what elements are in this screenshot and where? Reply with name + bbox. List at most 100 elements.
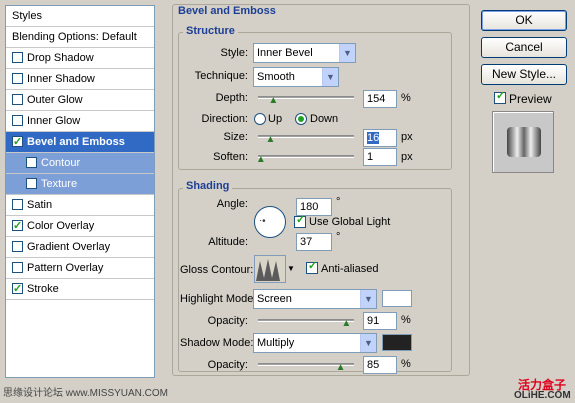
altitude-unit: ° [336, 231, 341, 243]
shadow-color-swatch[interactable] [382, 334, 412, 351]
shadow-opacity-label: Opacity: [207, 359, 248, 371]
style-label: Style: [220, 47, 248, 59]
style-item-label: Color Overlay [27, 220, 95, 232]
highlight-opacity-label: Opacity: [207, 315, 248, 327]
style-item[interactable]: Texture [6, 174, 154, 195]
soften-label: Soften: [213, 151, 248, 163]
style-select[interactable]: Inner Bevel ▼ [253, 43, 356, 63]
angle-label: Angle: [216, 198, 248, 210]
gloss-contour-picker[interactable] [254, 255, 286, 283]
style-item[interactable]: Pattern Overlay [6, 258, 154, 279]
style-item-label: Blending Options: Default [12, 31, 137, 43]
cancel-button[interactable]: Cancel [481, 37, 567, 58]
style-item-label: Inner Glow [27, 115, 81, 127]
style-item-checkbox[interactable] [12, 241, 23, 252]
depth-unit: % [401, 92, 411, 104]
highlight-mode-label: Highlight Mode: [180, 293, 257, 305]
style-item-checkbox[interactable] [12, 94, 23, 105]
shadow-opacity-unit: % [401, 358, 411, 370]
style-item-checkbox[interactable] [12, 279, 23, 299]
chevron-down-icon: ▼ [322, 68, 338, 86]
style-item[interactable]: Outer Glow [6, 90, 154, 111]
shadow-mode-value: Multiply [257, 337, 295, 349]
shadow-opacity-input[interactable]: 85 [363, 356, 397, 374]
style-item-label: Texture [41, 178, 78, 190]
soften-slider-thumb[interactable]: ▲ [256, 155, 266, 165]
style-item-checkbox[interactable] [12, 52, 23, 63]
use-global-light-checkbox[interactable] [294, 213, 306, 228]
style-item[interactable]: Inner Shadow [6, 69, 154, 90]
style-item-checkbox[interactable] [12, 115, 23, 126]
shading-legend: Shading [183, 180, 233, 192]
highlight-opacity-unit: % [401, 314, 411, 326]
soften-input[interactable]: 1 [363, 148, 397, 166]
style-item[interactable]: Drop Shadow [6, 48, 154, 69]
size-slider-thumb[interactable]: ▲ [266, 135, 276, 145]
altitude-label: Altitude: [208, 236, 248, 248]
styles-panel: Styles Blending Options: Default Drop Sha… [5, 5, 155, 378]
style-item-checkbox[interactable] [26, 178, 37, 189]
style-item-checkbox[interactable] [12, 216, 23, 236]
style-item[interactable]: Stroke [6, 279, 154, 300]
direction-label: Direction: [201, 113, 248, 125]
highlight-opacity-input[interactable]: 91 [363, 312, 397, 330]
angle-dial[interactable]: ⋅• [254, 206, 286, 238]
style-item-checkbox[interactable] [26, 157, 37, 168]
style-item[interactable]: Color Overlay [6, 216, 154, 237]
altitude-input[interactable]: 37 [296, 233, 332, 251]
shadow-mode-select[interactable]: Multiply ▼ [253, 333, 377, 353]
highlight-opacity-thumb[interactable]: ▲ [341, 319, 351, 329]
new-style-button[interactable]: New Style... [481, 64, 567, 85]
technique-select-value: Smooth [257, 71, 295, 83]
style-item-label: Gradient Overlay [27, 241, 111, 253]
chevron-down-icon: ▼ [360, 290, 376, 308]
highlight-mode-select[interactable]: Screen ▼ [253, 289, 377, 309]
gloss-contour-arrow-icon[interactable]: ▼ [287, 255, 295, 283]
style-preview-thumbnail [492, 111, 554, 173]
chevron-down-icon: ▼ [360, 334, 376, 352]
style-item[interactable]: Bevel and Emboss [6, 132, 154, 153]
depth-input[interactable]: 154 [363, 90, 397, 108]
depth-slider-thumb[interactable]: ▲ [268, 96, 278, 106]
anti-aliased-checkbox[interactable] [306, 259, 318, 274]
style-item-label: Stroke [27, 283, 59, 295]
gloss-contour-icon [255, 256, 285, 282]
style-item[interactable]: Blending Options: Default [6, 27, 154, 48]
style-item[interactable]: Gradient Overlay [6, 237, 154, 258]
style-item[interactable]: Satin [6, 195, 154, 216]
direction-down-label: Down [310, 113, 339, 125]
size-unit: px [401, 131, 413, 143]
style-item-checkbox[interactable] [12, 199, 23, 210]
style-item-label: Satin [27, 199, 53, 211]
style-item-label: Inner Shadow [27, 73, 95, 85]
style-item-checkbox[interactable] [12, 132, 23, 152]
direction-down-radio[interactable] [295, 113, 307, 125]
style-item-label: Outer Glow [27, 94, 83, 106]
shadow-opacity-thumb[interactable]: ▲ [336, 363, 346, 373]
highlight-opacity-slider[interactable] [258, 319, 354, 322]
chevron-down-icon: ▼ [339, 44, 355, 62]
style-select-value: Inner Bevel [257, 47, 313, 59]
styles-header: Styles [6, 6, 154, 27]
direction-up-label: Up [268, 113, 283, 125]
highlight-mode-value: Screen [257, 293, 292, 305]
style-item-label: Bevel and Emboss [27, 136, 125, 148]
preview-swatch [507, 127, 541, 157]
style-item-checkbox[interactable] [12, 73, 23, 84]
soften-unit: px [401, 151, 413, 163]
depth-label: Depth: [215, 92, 248, 104]
soften-slider[interactable] [258, 155, 354, 158]
shadow-mode-label: Shadow Mode: [180, 337, 254, 349]
preview-checkbox[interactable] [494, 89, 506, 104]
direction-up-radio[interactable] [254, 113, 266, 125]
style-item-label: Pattern Overlay [27, 262, 104, 274]
style-item[interactable]: Inner Glow [6, 111, 154, 132]
style-item-checkbox[interactable] [12, 262, 23, 273]
use-global-light-label: Use Global Light [309, 216, 391, 228]
size-input[interactable]: 16 [363, 129, 397, 147]
highlight-color-swatch[interactable] [382, 290, 412, 307]
watermark-left: 思缘设计论坛 www.MISSYUAN.COM [3, 388, 169, 399]
style-item[interactable]: Contour [6, 153, 154, 174]
ok-button[interactable]: OK [481, 10, 567, 31]
technique-select[interactable]: Smooth ▼ [253, 67, 339, 87]
